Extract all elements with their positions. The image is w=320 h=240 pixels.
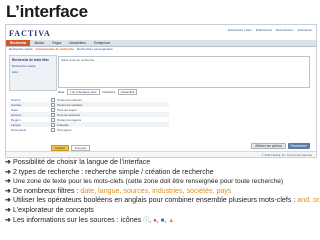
bullet-item: ➔ De nombreux filtres : date, langue, so… — [5, 187, 317, 197]
document-icon: ■ — [160, 217, 165, 224]
factiva-screenshot: FACTIVA Entreprises / sites Préférences … — [5, 24, 317, 158]
filter-value: Tous types — [57, 127, 72, 132]
filter-label[interactable]: Région — [9, 118, 51, 122]
filter-checkbox[interactable] — [51, 122, 55, 127]
duplicates-select[interactable]: Désactivé — [118, 89, 138, 95]
filter-row[interactable]: Documents Tous types — [9, 127, 169, 132]
bullet-highlight: and, or, not — [297, 196, 320, 205]
filter-label[interactable]: Source — [9, 98, 51, 102]
filter-value: Toutes les sources — [57, 97, 82, 102]
arrow-icon: ➔ — [5, 167, 11, 176]
tab-newsletters[interactable]: Newsletters — [65, 40, 90, 46]
filter-label[interactable]: Sujet — [9, 108, 51, 112]
bullet-text: De nombreux filtres : — [13, 186, 81, 195]
bullet-text: Les informations sur les sources : icône… — [13, 215, 144, 224]
filter-list: Source Toutes les sources Société Toutes… — [9, 97, 169, 132]
tab-alertes[interactable]: Alertes — [30, 40, 48, 46]
sub-nav: Recherche rapide Constructeur de recherc… — [9, 47, 113, 51]
bullet-item: ➔ Les informations sur les sources : icô… — [5, 216, 317, 227]
bullet-text: Utiliser les opérateurs booléens en angl… — [13, 196, 298, 205]
filter-checkbox[interactable] — [51, 97, 55, 102]
search-text-label: Saisir texte de recherche — [61, 58, 95, 62]
bullet-item: ➔ Utiliser les opérateurs booléens en an… — [5, 196, 320, 206]
search-text-area[interactable]: Saisir texte de recherche — [58, 56, 310, 88]
filter-checkbox[interactable] — [51, 117, 55, 122]
bullet-item: ➔ Possibilité de choisir la langue de l’… — [5, 158, 317, 168]
subnav-search-builder[interactable]: Constructeur de recherche — [36, 47, 74, 51]
bullet-text: Une zone de texte pour les mots-clefs (c… — [13, 178, 284, 186]
alert-icon: ● — [153, 217, 157, 224]
left-panel-link[interactable]: Aide — [10, 69, 56, 75]
top-link[interactable]: Préférences — [256, 28, 272, 32]
arrow-icon: ➔ — [5, 196, 11, 205]
warning-icon: ▲ — [168, 217, 175, 224]
filter-checkbox[interactable] — [51, 107, 55, 112]
top-link[interactable]: Déconnexion — [276, 28, 294, 32]
subnav-saved-searches[interactable]: Recherches sauvegardées — [77, 47, 113, 51]
screenshot-header: FACTIVA Entreprises / sites Préférences … — [6, 25, 316, 40]
bullet-highlight: date, langue, sources, industries, socié… — [80, 186, 232, 195]
tab-entreprises[interactable]: Entreprises — [90, 40, 114, 46]
info-icon: ⓘ — [143, 217, 150, 224]
filter-checkbox[interactable] — [51, 102, 55, 107]
bullet-list: ➔ Possibilité de choisir la langue de l’… — [5, 158, 320, 227]
arrow-icon: ➔ — [5, 215, 11, 224]
filter-label[interactable]: Secteur — [9, 113, 51, 117]
factiva-logo: FACTIVA — [9, 29, 51, 38]
date-label: Date — [58, 90, 65, 94]
filter-value: Toutes les sociétés — [57, 102, 83, 107]
arrow-icon: ➔ — [5, 158, 11, 166]
subnav-quick-search[interactable]: Recherche rapide — [9, 47, 33, 51]
top-links: Entreprises / sites Préférences Déconnex… — [228, 28, 312, 32]
arrow-icon: ➔ — [5, 186, 11, 195]
filter-checkbox[interactable] — [51, 112, 55, 117]
left-panel-title: Recherche de texte libre — [12, 58, 49, 62]
bullet-item: ➔ L’explorateur de concepts — [5, 206, 317, 216]
filter-value: Toutes les régions — [57, 117, 82, 122]
bullet-text: Possibilité de choisir la langue de l’in… — [13, 158, 151, 166]
arrow-icon: ➔ — [5, 177, 11, 186]
top-link[interactable]: Assistance — [297, 28, 312, 32]
filter-label[interactable]: Société — [9, 103, 51, 107]
filter-value: Tous les sujets — [57, 107, 77, 112]
date-select[interactable]: Les 3 derniers mois — [67, 89, 100, 95]
filter-label[interactable]: Documents — [9, 128, 51, 132]
filter-value: Français — [57, 122, 69, 127]
options-button[interactable]: Afficher les options — [251, 143, 286, 149]
left-panel: Recherche de texte libre Recherche rapid… — [9, 55, 57, 91]
bullet-item: ➔ Une zone de texte pour les mots-clefs … — [5, 177, 317, 187]
arrow-icon: ➔ — [5, 205, 11, 214]
tab-recherche[interactable]: Recherche — [6, 40, 31, 46]
bullet-text: L’explorateur de concepts — [13, 205, 94, 214]
main-nav: Recherche Alertes Pages Newsletters Entr… — [6, 40, 316, 47]
top-link[interactable]: Entreprises / sites — [228, 28, 252, 32]
filter-label[interactable]: Langue — [9, 123, 51, 127]
duplicates-label: Doublons — [102, 90, 116, 94]
screenshot-footer: © 2011 Factiva, Inc. Tous droits réservé… — [6, 151, 316, 157]
filter-checkbox[interactable] — [51, 127, 55, 132]
options-row: Date Les 3 derniers mois Doublons Désact… — [58, 89, 138, 95]
search-button[interactable]: Rechercher — [287, 143, 310, 149]
filter-value: Tous les secteurs — [57, 112, 81, 117]
bullet-item: ➔ 2 types de recherche : recherche simpl… — [5, 168, 317, 178]
tab-pages[interactable]: Pages — [48, 40, 65, 46]
slide-title: L’interface — [6, 2, 88, 21]
bullet-text: 2 types de recherche : recherche simple … — [13, 167, 214, 176]
